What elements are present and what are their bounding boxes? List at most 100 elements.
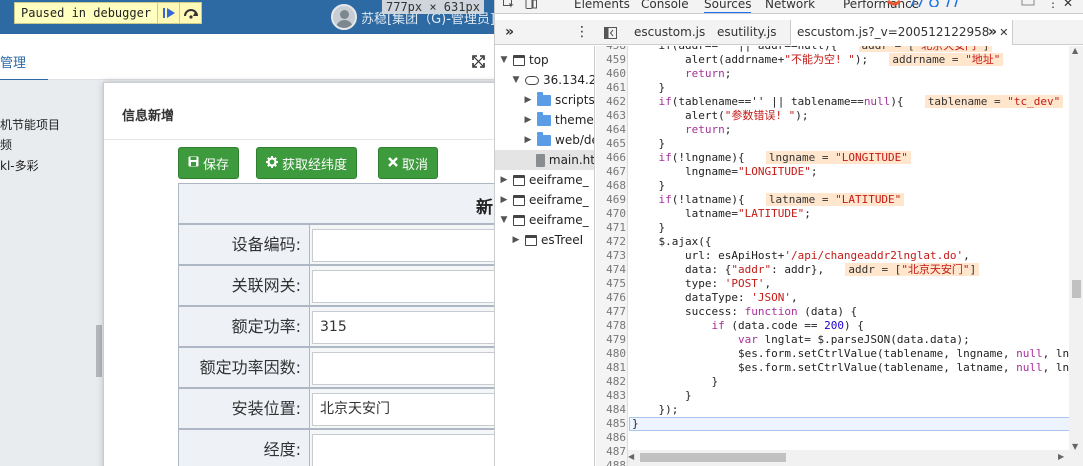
line-number[interactable]: 471: [596, 221, 626, 235]
code-line[interactable]: if(!lngname){ lngname = "LONGITUDE": [632, 151, 911, 165]
line-number[interactable]: 483: [596, 389, 626, 403]
chevron-right-icon[interactable]: ▶: [523, 115, 533, 125]
code-line[interactable]: alert(addrname+"不能为空! "); addrname = "地址…: [632, 53, 1004, 67]
menu-scrollbar[interactable]: [96, 325, 102, 377]
line-number[interactable]: 477: [596, 305, 626, 319]
code-line[interactable]: }: [632, 417, 639, 431]
code-line[interactable]: if(addr=='' || addr==null){ addr = ["北京天…: [632, 46, 993, 53]
tree-node[interactable]: ▶ scripts: [523, 90, 594, 110]
file-tab-escustom-versioned[interactable]: escustom.js?_v=200512122958 ✕: [790, 20, 1014, 45]
avatar[interactable]: [331, 4, 357, 30]
line-number[interactable]: 474: [596, 263, 626, 277]
inspect-icon[interactable]: [503, 0, 515, 12]
line-number[interactable]: 461: [596, 81, 626, 95]
line-number[interactable]: 475: [596, 277, 626, 291]
editor-vertical-scrollbar[interactable]: ▲ ▼: [1069, 46, 1083, 466]
menu-item[interactable]: 频: [0, 136, 12, 153]
line-number[interactable]: 459: [596, 53, 626, 67]
line-number[interactable]: 458: [596, 46, 626, 53]
code-line[interactable]: lngname="LONGITUDE";: [632, 165, 817, 179]
line-number[interactable]: 469: [596, 193, 626, 207]
chevron-right-icon[interactable]: ▶: [523, 95, 533, 105]
expand-icon[interactable]: [472, 55, 485, 72]
line-number[interactable]: 473: [596, 249, 626, 263]
gateway-input[interactable]: [312, 270, 494, 303]
navigator-menu-icon[interactable]: ⋮: [575, 20, 589, 45]
line-number[interactable]: 482: [596, 375, 626, 389]
code-line[interactable]: }: [632, 375, 718, 389]
line-number[interactable]: 488: [596, 459, 626, 466]
code-line[interactable]: var lnglat= $.parseJSON(data.data);: [632, 333, 970, 347]
code-line[interactable]: return;: [632, 67, 731, 81]
code-line[interactable]: if(tablename=='' || tablename==null){ ta…: [632, 95, 1064, 109]
longitude-input[interactable]: [312, 434, 494, 466]
tab-elements[interactable]: Elements: [574, 0, 630, 11]
step-over-icon[interactable]: [179, 3, 202, 23]
line-number[interactable]: 481: [596, 361, 626, 375]
more-tabs-icon[interactable]: »: [505, 20, 514, 45]
install-location-input[interactable]: 北京天安门: [312, 393, 494, 426]
device-toolbar-icon[interactable]: [525, 0, 537, 12]
code-line[interactable]: return;: [632, 123, 731, 137]
tab-performance[interactable]: Performance: [843, 0, 919, 11]
scroll-down-icon[interactable]: ▼: [1072, 442, 1078, 451]
line-number[interactable]: 485: [596, 417, 626, 431]
line-number[interactable]: 470: [596, 207, 626, 221]
tree-node[interactable]: main.ht: [495, 150, 594, 170]
toggle-navigator-icon[interactable]: [604, 20, 617, 45]
tab-network[interactable]: Network: [765, 0, 815, 11]
line-number[interactable]: 479: [596, 333, 626, 347]
line-number[interactable]: 478: [596, 319, 626, 333]
tree-node[interactable]: ▶ esTreeI: [511, 230, 584, 250]
close-tab-icon[interactable]: ✕: [999, 26, 1008, 39]
scrollbar-thumb[interactable]: [1072, 280, 1081, 298]
code-line[interactable]: }: [632, 179, 665, 193]
chevron-down-icon[interactable]: ▼: [511, 75, 521, 85]
code-line[interactable]: url: esApiHost+'/api/changeaddr2lnglat.d…: [632, 249, 970, 263]
code-line[interactable]: if(!latname){ latname = "LATITUDE": [632, 193, 905, 207]
code-line[interactable]: }: [632, 81, 665, 95]
tree-node[interactable]: ▼ top: [499, 50, 549, 70]
line-number[interactable]: 486: [596, 431, 626, 445]
tree-node[interactable]: ▼ eeiframe_: [499, 210, 589, 230]
settings-icon[interactable]: [1021, 0, 1035, 9]
code-line[interactable]: dataType: 'JSON',: [632, 291, 798, 305]
tree-node[interactable]: ▶ eeiframe_: [499, 170, 589, 190]
get-coordinates-button[interactable]: 获取经纬度: [256, 147, 358, 179]
line-number[interactable]: 476: [596, 291, 626, 305]
line-number[interactable]: 484: [596, 403, 626, 417]
code-line[interactable]: }: [632, 221, 665, 235]
line-number[interactable]: 460: [596, 67, 626, 81]
more-options-icon[interactable]: ⋮: [1047, 0, 1059, 10]
code-line[interactable]: if (data.code == 200) {: [632, 319, 863, 333]
scroll-up-icon[interactable]: ▲: [1072, 46, 1078, 55]
tab-console[interactable]: Console: [641, 0, 689, 11]
code-line[interactable]: $es.form.setCtrlValue(tablename, latname…: [632, 361, 1069, 375]
tree-node[interactable]: ▶ theme: [523, 110, 594, 130]
resume-icon[interactable]: [157, 3, 180, 23]
chevron-right-icon[interactable]: ▶: [499, 175, 509, 185]
code-line[interactable]: }: [632, 137, 665, 151]
line-number[interactable]: 472: [596, 235, 626, 249]
editor-horizontal-scrollbar[interactable]: ◀ ▶: [628, 450, 1069, 466]
cancel-button[interactable]: 取消: [378, 147, 439, 179]
code-line[interactable]: $.ajax({: [632, 235, 711, 249]
device-code-input[interactable]: [312, 229, 494, 262]
scroll-right-icon[interactable]: ▶: [1058, 452, 1064, 461]
chevron-right-icon[interactable]: ▶: [523, 135, 533, 145]
warnings-icon[interactable]: [909, 0, 969, 10]
line-number[interactable]: 462: [596, 95, 626, 109]
code-line[interactable]: data: {"addr": addr}, addr = ["北京天安门"]: [632, 263, 980, 277]
chevron-right-icon[interactable]: ▶: [511, 235, 521, 245]
line-number[interactable]: 464: [596, 123, 626, 137]
more-files-icon[interactable]: »: [988, 20, 997, 45]
save-button[interactable]: 保存: [178, 147, 240, 179]
rated-power-input[interactable]: 315: [312, 311, 494, 344]
line-number[interactable]: 466: [596, 151, 626, 165]
tree-node[interactable]: ▶ web/de: [523, 130, 594, 150]
tree-node[interactable]: ▶ eeiframe_: [499, 190, 589, 210]
scrollbar-thumb[interactable]: [640, 453, 786, 462]
extension-icon[interactable]: [886, 0, 902, 10]
menu-item[interactable]: 机节能项目: [0, 116, 60, 133]
code-line[interactable]: success: function (data) {: [632, 305, 857, 319]
